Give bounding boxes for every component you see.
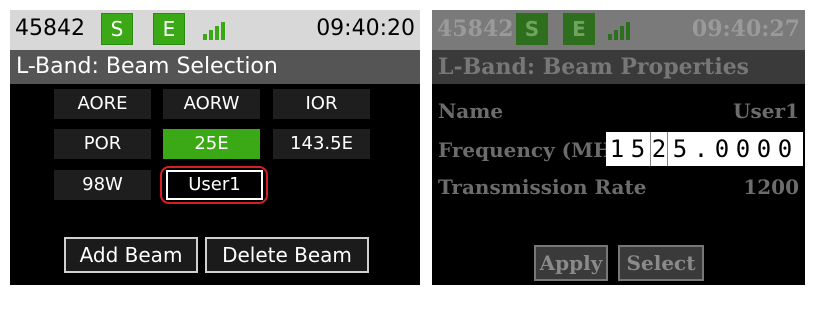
status-bar: 45842 S E 09:40:20: [10, 10, 420, 50]
clock: 09:40:27: [691, 16, 800, 42]
clock: 09:40:20: [316, 16, 415, 41]
signal-strength-icon: [608, 20, 630, 40]
frequency-digit[interactable]: 0: [755, 132, 773, 166]
frequency-digit[interactable]: 0: [734, 132, 752, 166]
title-bar: L-Band: Beam Selection: [10, 50, 420, 84]
transmission-rate-label: Transmission Rate: [438, 175, 647, 199]
select-button[interactable]: Select: [618, 245, 704, 281]
device-id: 45842: [437, 16, 514, 42]
signal-strength-icon: [203, 20, 225, 40]
add-beam-button[interactable]: Add Beam: [64, 237, 198, 273]
frequency-label: Frequency (MHz): [438, 138, 633, 162]
beam-143-5e[interactable]: 143.5E: [273, 129, 370, 159]
page-title: L-Band: Beam Selection: [16, 54, 278, 79]
frequency-digit[interactable]: 5: [671, 132, 689, 166]
delete-beam-button[interactable]: Delete Beam: [205, 237, 369, 273]
frequency-digit-cursor[interactable]: 2: [650, 132, 668, 166]
e-status-badge: E: [563, 13, 595, 45]
status-bar: 45842 S E 09:40:27: [432, 10, 805, 50]
beam-ior[interactable]: IOR: [273, 89, 370, 119]
beam-25e-selected[interactable]: 25E: [163, 129, 260, 159]
name-label: Name: [438, 99, 504, 123]
e-status-badge: E: [153, 13, 185, 45]
frequency-digit[interactable]: 5: [629, 132, 647, 166]
s-status-badge: S: [516, 13, 548, 45]
frequency-digit[interactable]: 1: [608, 132, 626, 166]
beam-98w[interactable]: 98W: [54, 170, 151, 200]
frequency-decimal-point: .: [693, 135, 709, 163]
frequency-digit[interactable]: 0: [776, 132, 794, 166]
frequency-input[interactable]: 1 5 2 5 . 0 0 0 0: [606, 132, 803, 166]
beam-aore[interactable]: AORE: [54, 89, 151, 119]
s-status-badge: S: [101, 13, 133, 45]
beam-selection-screen: 45842 S E 09:40:20 L-Band: Beam Selectio…: [10, 10, 420, 285]
transmission-rate-value: 1200: [743, 175, 799, 199]
title-bar: L-Band: Beam Properties: [432, 50, 805, 84]
beam-por[interactable]: POR: [54, 129, 151, 159]
beam-aorw[interactable]: AORW: [163, 89, 260, 119]
beam-properties-screen: 45842 S E 09:40:27 L-Band: Beam Properti…: [432, 10, 805, 285]
highlight-circle: [160, 166, 268, 204]
frequency-digit[interactable]: 0: [713, 132, 731, 166]
name-value: User1: [733, 99, 799, 123]
apply-button[interactable]: Apply: [534, 245, 608, 281]
device-id: 45842: [15, 16, 85, 41]
page-title: L-Band: Beam Properties: [438, 54, 750, 80]
